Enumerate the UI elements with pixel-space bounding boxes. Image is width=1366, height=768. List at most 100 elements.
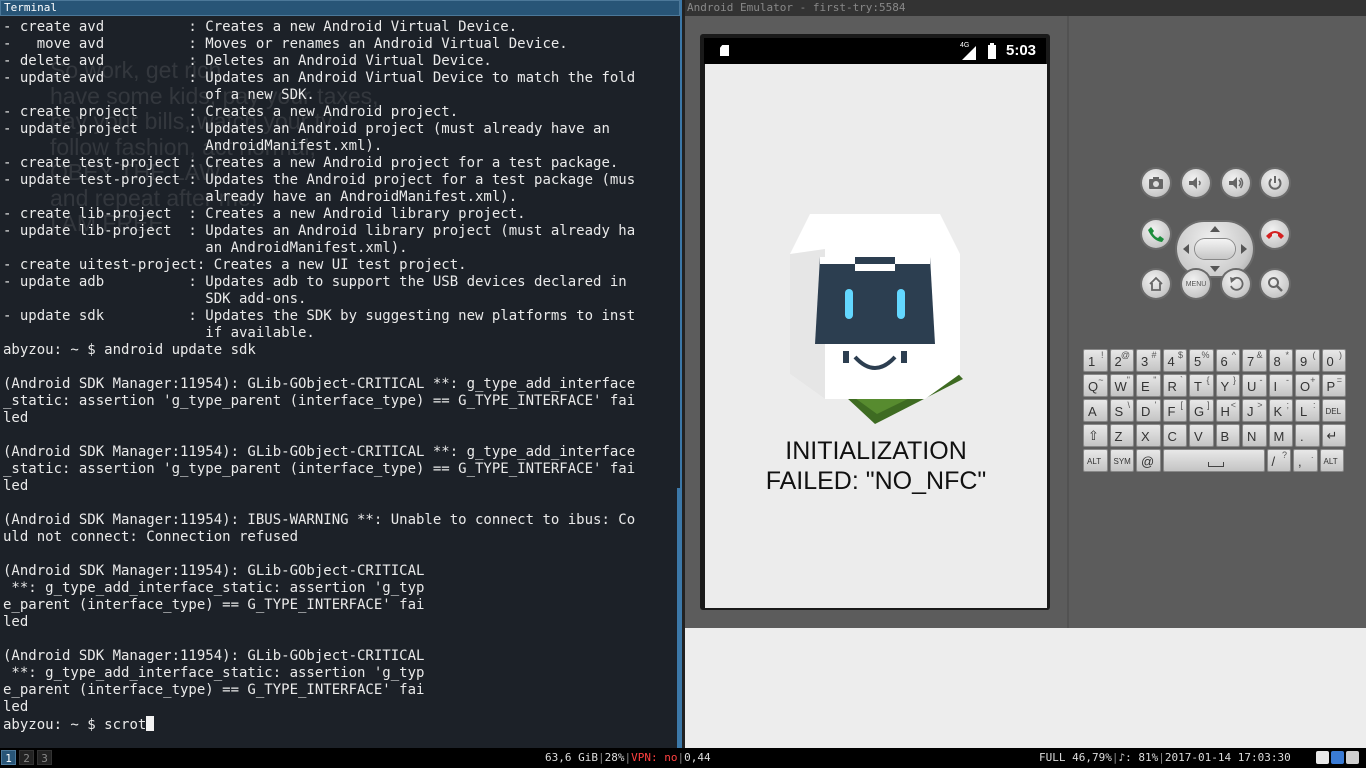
key-space[interactable]: [1162, 449, 1265, 472]
emulator-titlebar[interactable]: Android Emulator - first-try:5584: [685, 0, 1366, 16]
tray-app-icon[interactable]: [1346, 751, 1359, 764]
key-shift[interactable]: ⇧: [1083, 424, 1108, 447]
key-m[interactable]: M: [1268, 424, 1293, 447]
key-t[interactable]: T{: [1189, 374, 1214, 397]
volume-up-button[interactable]: [1222, 169, 1250, 197]
key-u[interactable]: U-: [1242, 374, 1267, 397]
key-q[interactable]: Q ~: [1083, 374, 1108, 397]
key-c[interactable]: C: [1162, 424, 1187, 447]
terminal-scrollbar[interactable]: [677, 488, 680, 748]
key-@[interactable]: @: [1136, 449, 1161, 472]
key-label: ALT: [1323, 457, 1338, 466]
terminal-titlebar[interactable]: Terminal: [0, 0, 680, 16]
key-l[interactable]: L:: [1295, 399, 1320, 422]
home-button[interactable]: [1142, 270, 1170, 298]
key-enter[interactable]: ↵: [1321, 424, 1346, 447]
key-n[interactable]: N: [1242, 424, 1267, 447]
key-7[interactable]: 7 &: [1242, 349, 1267, 372]
key-,[interactable]: ,.: [1293, 449, 1318, 472]
terminal-line: - create test-project : Creates a new An…: [3, 155, 619, 171]
key-a[interactable]: A: [1083, 399, 1108, 422]
key-alt-label: [: [1180, 400, 1183, 410]
key-0[interactable]: 0): [1321, 349, 1346, 372]
workspace-button-1[interactable]: 1: [1, 750, 16, 765]
key-alt-label: %: [1201, 350, 1210, 360]
key-4[interactable]: 4 $: [1162, 349, 1187, 372]
terminal-prompt-line[interactable]: abyzou: ~ $ scrot: [3, 716, 635, 733]
key-s[interactable]: S \: [1109, 399, 1134, 422]
key-i[interactable]: I-: [1268, 374, 1293, 397]
key-h[interactable]: H <: [1215, 399, 1240, 422]
command-input[interactable]: scrot: [104, 717, 146, 733]
dpad-left-icon[interactable]: [1183, 244, 1189, 254]
key-6[interactable]: 6 ^: [1215, 349, 1240, 372]
end-call-button[interactable]: [1261, 220, 1289, 248]
camera-button[interactable]: [1142, 169, 1170, 197]
key-del[interactable]: DEL: [1321, 399, 1346, 422]
terminal-line: - update test-project : Updates the Andr…: [3, 172, 636, 188]
signal-icon: [962, 46, 976, 60]
key-d[interactable]: D ': [1136, 399, 1161, 422]
call-button[interactable]: [1142, 220, 1170, 248]
volume-down-button[interactable]: [1182, 169, 1210, 197]
key-y[interactable]: Y}: [1215, 374, 1240, 397]
key-/[interactable]: /?: [1266, 449, 1291, 472]
key-v[interactable]: V: [1189, 424, 1214, 447]
keyboard-row: Q ~ W " E " R ` T{Y} U - I - O + P =: [1083, 374, 1348, 397]
key-alt-label: \: [1127, 400, 1130, 410]
key-p[interactable]: P =: [1321, 374, 1346, 397]
dpad[interactable]: [1177, 222, 1253, 276]
workspace-button-2[interactable]: 2: [19, 750, 34, 765]
key-label: A: [1088, 404, 1097, 419]
dpad-up-icon[interactable]: [1210, 226, 1220, 232]
power-button[interactable]: [1261, 169, 1289, 197]
key-k[interactable]: K;: [1268, 399, 1293, 422]
key-z[interactable]: Z: [1109, 424, 1134, 447]
key-9[interactable]: 9(: [1295, 349, 1320, 372]
key-b[interactable]: B: [1215, 424, 1240, 447]
i3-statusbar: 1 2 3 63,6 GiB|28%|VPN: no|0,44 FULL 46,…: [0, 748, 1366, 768]
menu-button[interactable]: MENU: [1182, 270, 1210, 298]
battery-status: FULL 46,79%: [1039, 751, 1112, 764]
key-5[interactable]: 5%: [1189, 349, 1214, 372]
dpad-down-icon[interactable]: [1210, 266, 1220, 272]
key-g[interactable]: G]: [1189, 399, 1214, 422]
terminal-line: - update sdk : Updates the SDK by sugges…: [3, 308, 636, 324]
keyboard-row: A S \ D ' F[G] H < J > K; L: DEL: [1083, 399, 1348, 422]
search-button[interactable]: [1261, 270, 1289, 298]
dpad-center-button[interactable]: [1195, 239, 1235, 259]
terminal-output[interactable]: - create avd : Creates a new Android Vir…: [3, 19, 635, 733]
tray-network-icon[interactable]: [1316, 751, 1329, 764]
terminal-window[interactable]: Terminal So work, get rich, have some kid…: [0, 0, 682, 748]
key-r[interactable]: R `: [1162, 374, 1187, 397]
key-alt[interactable]: ALT: [1319, 449, 1344, 472]
key-o[interactable]: O +: [1295, 374, 1320, 397]
emulator-window[interactable]: Android Emulator - first-try:5584 4G 5:0…: [685, 0, 1366, 748]
key-2[interactable]: 2 @: [1109, 349, 1134, 372]
key-sym[interactable]: SYM: [1109, 449, 1134, 472]
key-1[interactable]: 1!: [1083, 349, 1108, 372]
home-icon: [1149, 276, 1163, 291]
key-alt[interactable]: ALT: [1083, 449, 1108, 472]
key-w[interactable]: W ": [1109, 374, 1134, 397]
key-label: 9: [1300, 354, 1308, 369]
key-.[interactable]: .: [1295, 424, 1320, 447]
terminal-line: - create project : Creates a new Android…: [3, 104, 459, 120]
dpad-right-icon[interactable]: [1241, 244, 1247, 254]
key-label: Z: [1114, 429, 1123, 444]
key-j[interactable]: J >: [1242, 399, 1267, 422]
key-label: 4: [1167, 354, 1175, 369]
back-button[interactable]: [1222, 270, 1250, 298]
key-alt-label: ?: [1281, 450, 1287, 460]
terminal-line: (Android SDK Manager:11954): GLib-GObjec…: [3, 376, 636, 392]
key-3[interactable]: 3 #: [1136, 349, 1161, 372]
android-statusbar: 4G 5:03: [704, 38, 1046, 64]
disk-free: 63,6 GiB: [545, 751, 598, 764]
key-f[interactable]: F[: [1162, 399, 1187, 422]
workspace-button-3[interactable]: 3: [37, 750, 52, 765]
android-screen[interactable]: INITIALIZATION FAILED: "NO_NFC": [705, 64, 1047, 608]
key-e[interactable]: E ": [1136, 374, 1161, 397]
key-x[interactable]: X: [1136, 424, 1161, 447]
tray-dropbox-icon[interactable]: [1331, 751, 1344, 764]
key-8[interactable]: 8 *: [1268, 349, 1293, 372]
